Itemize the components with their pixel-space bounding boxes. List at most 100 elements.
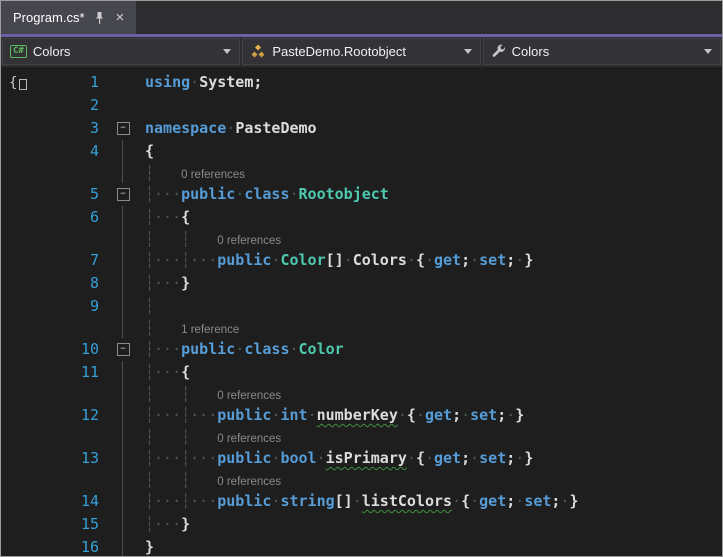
line-number: 16 xyxy=(80,538,99,556)
whitespace-dots: ··· xyxy=(154,449,182,467)
codelens-link[interactable]: 0 references xyxy=(217,476,281,488)
code-line[interactable]: ┆···┆···public·string[]·listColors·{·get… xyxy=(133,490,722,513)
token-keyword: public xyxy=(217,449,272,467)
codelens-text[interactable]: ┆ ┆ 0 references xyxy=(133,229,722,249)
whitespace-dots: ··· xyxy=(154,274,182,292)
whitespace-dots: ··· xyxy=(154,363,182,381)
code-editor[interactable]: { 1 using·System; 2 3− namespace·PasteDemo 4{… xyxy=(1,67,722,556)
code-row: 1 using·System; xyxy=(1,71,722,94)
token-text: } xyxy=(145,538,155,556)
token-keyword: class xyxy=(244,185,290,203)
fold-margin: − xyxy=(113,338,133,361)
line-number: 6 xyxy=(89,208,99,226)
member-dropdown[interactable]: Colors xyxy=(482,38,721,65)
fold-margin xyxy=(113,249,133,272)
token-text: { xyxy=(415,251,425,269)
codelens-text[interactable]: ┆ ┆ 0 references xyxy=(133,470,722,490)
codelens-link[interactable]: 0 references xyxy=(217,390,281,402)
tab-program-cs[interactable]: Program.cs* × xyxy=(1,1,137,34)
whitespace-dots: · xyxy=(343,251,353,269)
code-line[interactable]: } xyxy=(133,536,722,556)
fold-margin xyxy=(113,536,133,556)
line-number xyxy=(35,427,113,447)
indent-guide: ┆ xyxy=(181,428,191,446)
token-keyword: set xyxy=(479,251,507,269)
line-number: 5 xyxy=(89,185,99,203)
whitespace-dots: ··· xyxy=(154,515,182,533)
project-dropdown[interactable]: C# Colors xyxy=(2,38,241,65)
code-line[interactable]: ┆ xyxy=(133,295,722,318)
type-dropdown[interactable]: PasteDemo.Rootobject xyxy=(242,38,481,65)
token-keyword: set xyxy=(524,492,552,510)
close-icon[interactable]: × xyxy=(114,10,127,25)
fold-margin xyxy=(113,490,133,513)
token-text: ; xyxy=(506,251,516,269)
code-row: 9 ┆ xyxy=(1,295,722,318)
indent-guide: ┆ xyxy=(145,340,155,358)
token-text: { xyxy=(415,449,425,467)
code-line[interactable]: ┆···┆···public·int·numberKey·{·get;·set;… xyxy=(133,404,722,427)
fold-toggle-icon[interactable]: − xyxy=(116,188,130,201)
whitespace-dots: ··· xyxy=(154,185,182,203)
codelens-text[interactable]: ┆ 0 references xyxy=(133,163,722,183)
codelens-link[interactable]: 0 references xyxy=(217,235,281,247)
code-line[interactable]: ┆···┆···public·bool·isPrimary·{·get;·set… xyxy=(133,447,722,470)
code-line[interactable]: ┆···} xyxy=(133,513,722,536)
fold-margin xyxy=(113,427,133,447)
whitespace-dots: · xyxy=(235,185,245,203)
codelens-text[interactable]: ┆ ┆ 0 references xyxy=(133,427,722,447)
fold-margin xyxy=(113,140,133,163)
code-row: 6 ┆···{ xyxy=(1,206,722,229)
token-text: System; xyxy=(199,73,263,91)
code-row: 4{ xyxy=(1,140,722,163)
code-line[interactable]: ┆···public·class·Rootobject xyxy=(133,183,722,206)
codelens-row: ┆ ┆ 0 references xyxy=(1,229,722,249)
fold-margin xyxy=(113,470,133,490)
codelens-link[interactable]: 1 reference xyxy=(181,324,239,336)
codelens-row: ┆ ┆ 0 references xyxy=(1,470,722,490)
code-line[interactable]: ┆···} xyxy=(133,272,722,295)
pin-icon[interactable] xyxy=(94,11,105,25)
fold-toggle-icon[interactable]: − xyxy=(116,122,130,135)
token-text: } xyxy=(515,406,525,424)
whitespace-dots: · xyxy=(307,406,317,424)
code-line[interactable] xyxy=(133,94,722,117)
indent-guide: ┆ xyxy=(181,251,191,269)
code-line[interactable]: ┆···┆···public·Color[]·Colors·{·get;·set… xyxy=(133,249,722,272)
line-number: 11 xyxy=(80,363,99,381)
codelens-text[interactable]: ┆ 1 reference xyxy=(133,318,722,338)
codelens-text[interactable]: ┆ ┆ 0 references xyxy=(133,384,722,404)
whitespace-dots: ··· xyxy=(190,492,218,510)
token-text: } xyxy=(524,251,534,269)
chevron-down-icon xyxy=(703,49,712,54)
code-line[interactable]: ┆···{ xyxy=(133,361,722,384)
token-text: { xyxy=(406,406,416,424)
codelens-link[interactable]: 0 references xyxy=(181,169,245,181)
token-keyword: public xyxy=(181,185,236,203)
token-keyword: string xyxy=(280,492,335,510)
fold-toggle-icon[interactable]: − xyxy=(116,343,130,356)
fold-margin xyxy=(113,71,133,94)
whitespace-dots: · xyxy=(289,185,299,203)
editor-rows: 1 using·System; 2 3− namespace·PasteDemo 4{┆ … xyxy=(1,71,722,556)
line-number: 8 xyxy=(89,274,99,292)
code-line[interactable]: using·System; xyxy=(133,71,722,94)
indent-guide: ┆ xyxy=(181,471,191,489)
codelens-link[interactable]: 0 references xyxy=(217,433,281,445)
code-line[interactable]: namespace·PasteDemo xyxy=(133,117,722,140)
indent-guide: ┆ xyxy=(145,471,155,489)
token-text: ; xyxy=(497,406,507,424)
codelens-row: ┆ 0 references xyxy=(1,163,722,183)
code-row: 2 xyxy=(1,94,722,117)
token-text: ; xyxy=(452,406,462,424)
code-line[interactable]: { xyxy=(133,140,722,163)
token-keyword: int xyxy=(280,406,308,424)
line-number: 12 xyxy=(80,406,99,424)
code-line[interactable]: ┆···public·class·Color xyxy=(133,338,722,361)
code-line[interactable]: ┆···{ xyxy=(133,206,722,229)
